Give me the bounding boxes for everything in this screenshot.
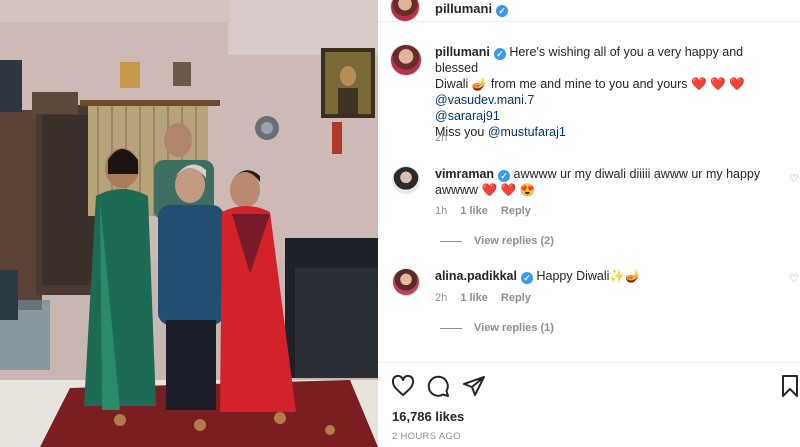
view-replies-button[interactable]: View replies (1) (440, 322, 554, 334)
commenter-username[interactable]: vimraman (435, 167, 494, 181)
caption-avatar[interactable] (390, 44, 422, 76)
view-replies-label[interactable]: View replies (1) (474, 322, 554, 334)
comment-likes[interactable]: 1 like (460, 205, 488, 217)
comment-body-line2: awwww (435, 183, 479, 197)
verified-badge-icon: ✓ (493, 48, 506, 60)
author-username-text[interactable]: pillumani (435, 1, 492, 16)
commenter-username[interactable]: alina.padikkal (435, 269, 517, 283)
comment-body-line1: awwww ur my diwali diiiii awww ur my hap… (513, 167, 761, 181)
post-photo[interactable] (0, 0, 378, 447)
caption-text-diwali: Diwali (435, 77, 469, 91)
commenter-avatar[interactable] (392, 166, 420, 194)
comment-text: vimraman ✓ awwww ur my diwali diiiii awww… (435, 166, 780, 198)
caption-timestamp[interactable]: 2h (435, 132, 447, 144)
comment-time[interactable]: 2h (435, 292, 447, 304)
verified-badge-icon: ✓ (520, 272, 533, 284)
view-replies-button[interactable]: View replies (2) (440, 235, 554, 247)
heart-icon[interactable] (391, 374, 415, 398)
post-header: pillumani ✓ (378, 0, 800, 22)
post-detail-panel: pillumani ✓ pillumani ✓ Here's wishing all… (378, 0, 800, 447)
comment-like-heart-icon[interactable]: ♡ (789, 272, 799, 285)
comment-text: alina.padikkal ✓ Happy Diwali✨🪔 (435, 268, 780, 284)
comment-icon[interactable] (426, 374, 450, 398)
family-diwali-photo (0, 0, 378, 447)
share-icon[interactable] (462, 374, 486, 398)
comment-meta: 2h 1 like Reply (435, 292, 541, 304)
mention-sararaj[interactable]: @sararaj91 (435, 108, 785, 124)
caption-username[interactable]: pillumani (435, 45, 490, 59)
diya-emoji: 🪔 (471, 77, 488, 91)
view-replies-label[interactable]: View replies (2) (474, 235, 554, 247)
comment-like-heart-icon[interactable]: ♡ (789, 172, 799, 185)
author-username[interactable]: pillumani ✓ (435, 1, 509, 17)
comment-reply-button[interactable]: Reply (501, 205, 531, 217)
comment-likes[interactable]: 1 like (460, 292, 488, 304)
author-avatar[interactable] (390, 0, 420, 22)
comment-emojis: ✨🪔 (609, 269, 641, 283)
mention-vasudev[interactable]: @vasudev.mani.7 (435, 92, 785, 108)
post-timestamp: 2 HOURS AGO (392, 431, 461, 442)
replies-divider (440, 327, 462, 329)
bookmark-icon[interactable] (780, 374, 800, 398)
replies-divider (440, 240, 462, 242)
post-actions-bar: 16,786 likes 2 HOURS AGO (378, 362, 800, 447)
verified-badge-icon: ✓ (496, 5, 509, 17)
caption-text-line2: from me and mine to you and yours (490, 77, 688, 91)
comment-reply-button[interactable]: Reply (501, 292, 531, 304)
post-caption: pillumani ✓ Here's wishing all of you a v… (435, 44, 785, 140)
likes-count[interactable]: 16,786 likes (392, 409, 464, 424)
comment-meta: 1h 1 like Reply (435, 205, 541, 217)
comment-body-line1: Happy Diwali (536, 269, 610, 283)
verified-badge-icon: ✓ (498, 170, 511, 182)
comment-emojis: ❤️ ❤️ 😍 (481, 183, 536, 197)
mention-mustufaraj[interactable]: @mustufaraj1 (488, 125, 566, 139)
comment-time[interactable]: 1h (435, 205, 447, 217)
hearts-emoji: ❤️ ❤️ ❤️ (691, 77, 745, 91)
commenter-avatar[interactable] (392, 268, 420, 296)
